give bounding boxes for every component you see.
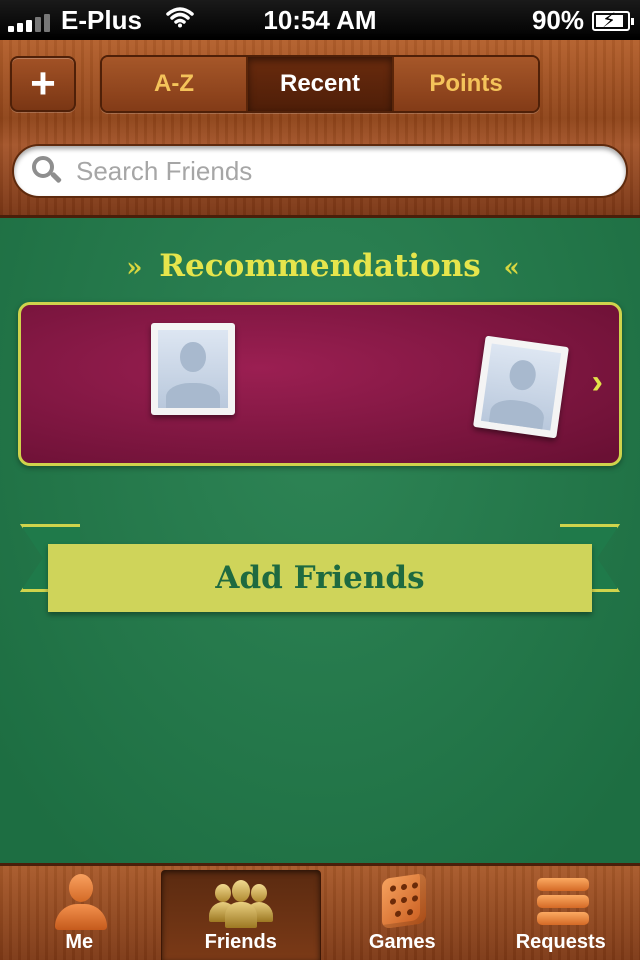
chevron-left-ornament-icon: « <box>503 253 520 283</box>
segment-a-z[interactable]: A-Z <box>102 57 248 111</box>
battery-percentage: 90% <box>531 5 584 35</box>
requests-icon <box>529 874 593 930</box>
add-friends-button[interactable]: Add Friends <box>48 544 592 612</box>
sort-segmented-control: A-Z Recent Points <box>100 55 540 113</box>
recommendations-title: Recommendations <box>159 248 481 284</box>
dice-icon <box>370 872 434 930</box>
battery-icon: ⚡ <box>592 10 634 32</box>
search-input[interactable] <box>76 155 596 187</box>
header: + A-Z Recent Points <box>0 40 640 218</box>
add-friend-button[interactable]: + <box>10 56 76 112</box>
avatar-placeholder-icon <box>473 335 569 439</box>
recommendations-heading: » Recommendations « <box>0 248 640 284</box>
tab-games[interactable]: Games <box>323 866 482 960</box>
person-icon <box>47 874 111 930</box>
tab-label: Requests <box>515 931 606 953</box>
chevron-right-ornament-icon: » <box>126 253 142 283</box>
tab-bar: Me Friends Games Requests <box>0 863 640 960</box>
tab-label: Friends <box>204 931 277 953</box>
recommendations-card[interactable]: › <box>18 302 622 466</box>
chevron-right-icon: › <box>591 363 603 401</box>
friends-icon <box>208 878 273 934</box>
avatar-placeholder-icon <box>151 323 235 415</box>
tab-friends[interactable]: Friends <box>160 870 321 960</box>
tab-me[interactable]: Me <box>0 866 159 960</box>
search-bar <box>12 144 628 198</box>
main-content: » Recommendations « › Add Friends <box>0 218 640 863</box>
status-right: 90% ⚡ <box>531 5 634 36</box>
segment-points[interactable]: Points <box>394 57 538 111</box>
status-bar: E-Plus 10:54 AM 90% ⚡ <box>0 0 640 40</box>
tab-label: Me <box>65 931 94 953</box>
search-icon <box>32 156 63 186</box>
tab-requests[interactable]: Requests <box>482 866 640 960</box>
tab-label: Games <box>368 931 436 953</box>
segment-recent[interactable]: Recent <box>248 57 394 111</box>
